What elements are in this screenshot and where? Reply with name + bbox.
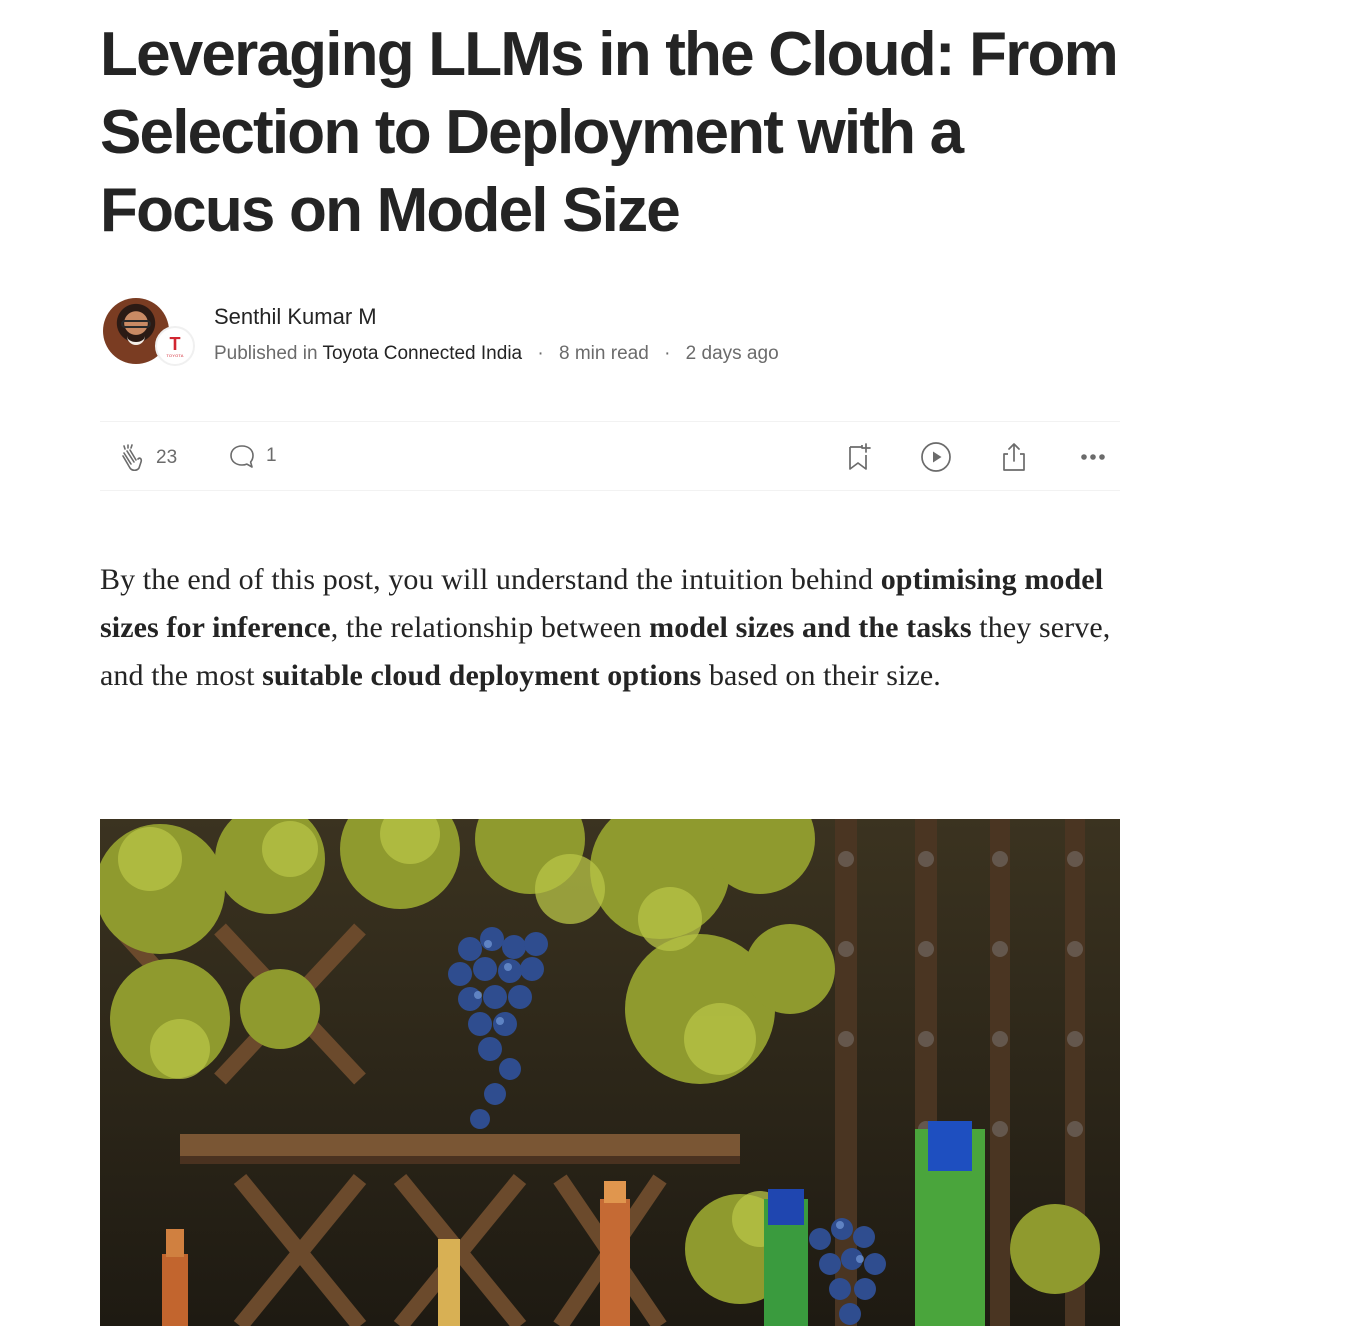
action-bar: 23 1 xyxy=(100,421,1120,491)
hero-image-art xyxy=(100,819,1120,1326)
share-icon xyxy=(1003,443,1025,471)
intro-paragraph: By the end of this post, you will unders… xyxy=(100,556,1120,700)
comment-count: 1 xyxy=(266,445,277,466)
publication-link[interactable]: Toyota Connected India xyxy=(322,343,522,364)
clap-count: 23 xyxy=(156,447,178,468)
hero-image xyxy=(100,819,1120,1326)
meta-separator: · xyxy=(664,343,671,364)
publish-date: 2 days ago xyxy=(685,343,779,364)
clap-icon xyxy=(122,444,143,472)
avatar-group[interactable]: T TOYOTA xyxy=(103,298,195,368)
clap-button[interactable]: 23 xyxy=(114,442,177,474)
play-icon xyxy=(921,442,951,472)
meta-separator: · xyxy=(537,343,544,364)
intro-text: , the relationship between xyxy=(330,611,650,644)
save-button[interactable] xyxy=(842,440,876,474)
avatar-smile xyxy=(127,336,145,345)
publication-logo[interactable]: T TOYOTA xyxy=(155,326,195,366)
article: Leveraging LLMs in the Cloud: From Selec… xyxy=(100,0,1120,1326)
publication-logo-text: TOYOTA xyxy=(166,352,184,358)
read-time: 8 min read xyxy=(559,343,649,364)
avatar-glasses xyxy=(121,320,151,328)
publication-logo-letter: T xyxy=(169,333,181,354)
intro-text: By the end of this post, you will unders… xyxy=(100,563,881,596)
listen-button[interactable] xyxy=(919,440,953,474)
comment-button[interactable]: 1 xyxy=(228,442,277,470)
byline: T TOYOTA Senthil Kumar M Published in To… xyxy=(100,298,1120,368)
more-icon xyxy=(1081,454,1105,460)
article-meta: Published in Toyota Connected India · 8 … xyxy=(214,343,779,365)
author-name[interactable]: Senthil Kumar M xyxy=(214,304,377,330)
intro-emphasis: suitable cloud deployment options xyxy=(262,659,702,692)
published-in-label: Published in xyxy=(214,343,318,364)
share-button[interactable] xyxy=(997,440,1031,474)
bookmark-add-icon xyxy=(849,443,871,470)
article-title: Leveraging LLMs in the Cloud: From Selec… xyxy=(100,20,1119,245)
intro-emphasis: model sizes and the tasks xyxy=(649,611,972,644)
comment-icon xyxy=(230,445,254,468)
more-options-button[interactable] xyxy=(1076,440,1110,474)
intro-text: based on their size. xyxy=(701,659,941,692)
